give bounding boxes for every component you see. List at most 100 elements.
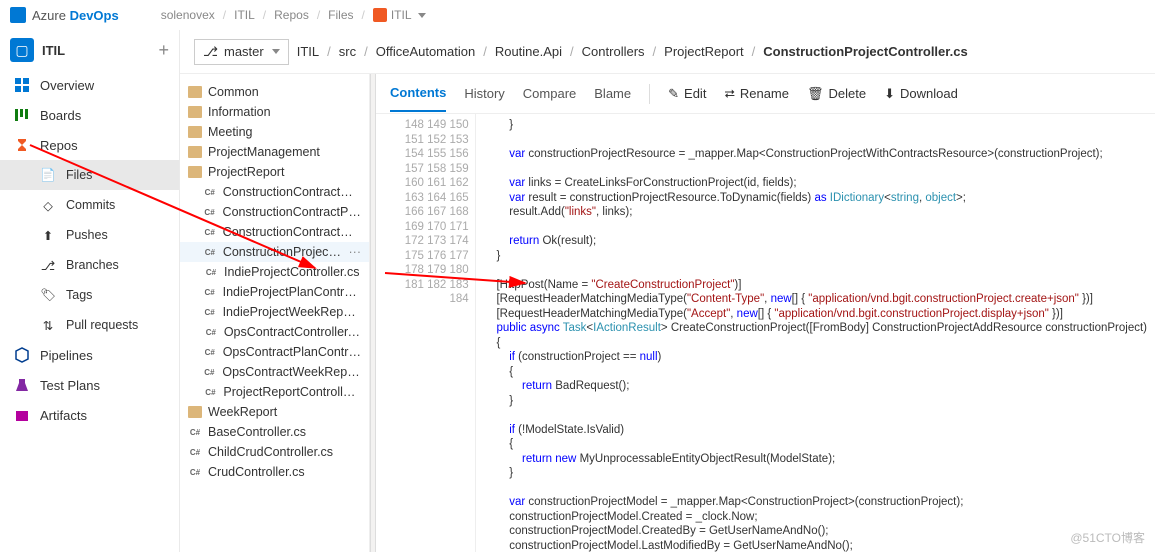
project-title[interactable]: ITIL [42,43,150,58]
project-selector[interactable]: ITIL [373,8,426,22]
tree-file[interactable]: OpsContractPlanController... [180,342,369,362]
cs-file-icon [203,185,217,199]
sidebar-item-pipelines[interactable]: Pipelines [0,340,179,370]
add-icon[interactable]: + [158,40,169,61]
pipelines-icon [14,347,30,363]
chevron-down-icon [418,13,426,18]
download-button[interactable]: ⬇Download [884,86,958,102]
tree-file[interactable]: ChildCrudController.cs [180,442,369,462]
cs-file-icon [203,205,217,219]
code-content: } var constructionProjectResource = _map… [476,114,1155,552]
tree-file[interactable]: IndieProjectWeekReportCo... [180,302,369,322]
cs-file-icon [203,345,217,359]
pr-icon: ⇅ [40,317,56,333]
crumb[interactable]: solenovex [161,8,215,22]
tab-contents[interactable]: Contents [390,75,446,112]
folder-icon [188,406,202,418]
path-part[interactable]: ProjectReport [664,44,743,59]
tree-folder[interactable]: ProjectReport [180,162,369,182]
azure-logo-icon [10,7,26,23]
files-icon: 📄 [40,167,56,183]
tree-file[interactable]: ConstructionContractContr... [180,182,369,202]
path-part[interactable]: ITIL [297,44,319,59]
sidebar-item-commits[interactable]: ◇Commits [0,190,179,220]
overview-icon [14,77,30,93]
cs-file-icon [203,245,217,259]
delete-button[interactable]: 🗑Delete [807,86,866,102]
top-breadcrumb: Azure DevOps solenovex/ ITIL/ Repos/ Fil… [0,0,1155,30]
tree-file[interactable]: OpsContractController.cs [180,322,369,342]
cs-file-icon [203,385,217,399]
tree-folder[interactable]: Information [180,102,369,122]
folder-icon [188,146,202,158]
tags-icon: 🏷 [40,287,56,303]
brand[interactable]: Azure DevOps [32,8,119,23]
cs-file-icon [203,285,217,299]
crumb[interactable]: Files [328,8,353,22]
project-icon: ▢ [10,38,34,62]
line-gutter: 148 149 150 151 152 153 154 155 156 157 … [376,114,476,552]
sidebar-item-testplans[interactable]: Test Plans [0,370,179,400]
sidebar-item-pushes[interactable]: ⬆Pushes [0,220,179,250]
sidebar-item-branches[interactable]: ⎇Branches [0,250,179,280]
left-sidebar: ▢ ITIL + Overview Boards Repos 📄Files ◇C… [0,30,180,552]
tab-compare[interactable]: Compare [523,76,576,111]
sidebar-item-files[interactable]: 📄Files [0,160,179,190]
chevron-down-icon [272,49,280,54]
boards-icon [14,107,30,123]
cs-file-icon [204,325,218,339]
tree-folder[interactable]: Meeting [180,122,369,142]
watermark: @51CTO博客 [1070,529,1145,546]
pushes-icon: ⬆ [40,227,56,243]
branch-selector[interactable]: ⎇ master [194,39,289,65]
file-tree[interactable]: CommonInformationMeetingProjectManagemen… [180,74,370,552]
sidebar-item-overview[interactable]: Overview [0,70,179,100]
test-icon [14,377,30,393]
sidebar-item-tags[interactable]: 🏷Tags [0,280,179,310]
rename-button[interactable]: ⮂Rename [724,86,789,102]
folder-icon [188,106,202,118]
tab-blame[interactable]: Blame [594,76,631,111]
delete-icon: 🗑 [807,86,824,102]
tab-history[interactable]: History [464,76,504,111]
cs-file-icon [188,425,202,439]
sidebar-header: ▢ ITIL + [0,30,179,70]
tree-file[interactable]: IndieProjectController.cs [180,262,369,282]
repos-icon [14,137,30,153]
path-part[interactable]: src [339,44,356,59]
sidebar-item-artifacts[interactable]: Artifacts [0,400,179,430]
folder-icon [188,86,202,98]
code-editor[interactable]: 148 149 150 151 152 153 154 155 156 157 … [376,114,1155,552]
cs-file-icon [203,225,217,239]
crumb[interactable]: Repos [274,8,309,22]
crumb[interactable]: ITIL [234,8,255,22]
tree-folder[interactable]: ProjectManagement [180,142,369,162]
cs-file-icon [202,365,216,379]
tree-file[interactable]: IndieProjectPlanController.cs [180,282,369,302]
path-part[interactable]: OfficeAutomation [376,44,475,59]
branch-icon: ⎇ [203,44,218,60]
cs-file-icon [204,265,218,279]
tree-file[interactable]: ConstructionContractPlanC... [180,202,369,222]
folder-icon [188,126,202,138]
tree-file[interactable]: CrudController.cs [180,462,369,482]
cs-file-icon [188,445,202,459]
sidebar-item-pullrequests[interactable]: ⇅Pull requests [0,310,179,340]
file-tabs: Contents History Compare Blame ✎Edit ⮂Re… [376,74,1155,114]
tree-file[interactable]: OpsContractWeekReportCo... [180,362,369,382]
tree-file[interactable]: ConstructionProjectCo... ··· [180,242,369,262]
sidebar-item-repos[interactable]: Repos [0,130,179,160]
tree-folder[interactable]: Common [180,82,369,102]
tree-file[interactable]: ProjectReportController.cs [180,382,369,402]
path-breadcrumb: ⎇ master ITIL/ src/ OfficeAutomation/ Ro… [180,30,1155,74]
tree-file[interactable]: ConstructionContractWeek... [180,222,369,242]
edit-button[interactable]: ✎Edit [668,86,706,102]
cs-file-icon [188,465,202,479]
branches-icon: ⎇ [40,257,56,273]
tree-file[interactable]: BaseController.cs [180,422,369,442]
path-part[interactable]: Controllers [582,44,645,59]
tree-folder[interactable]: WeekReport [180,402,369,422]
cs-file-icon [203,305,217,319]
path-part[interactable]: Routine.Api [495,44,562,59]
sidebar-item-boards[interactable]: Boards [0,100,179,130]
